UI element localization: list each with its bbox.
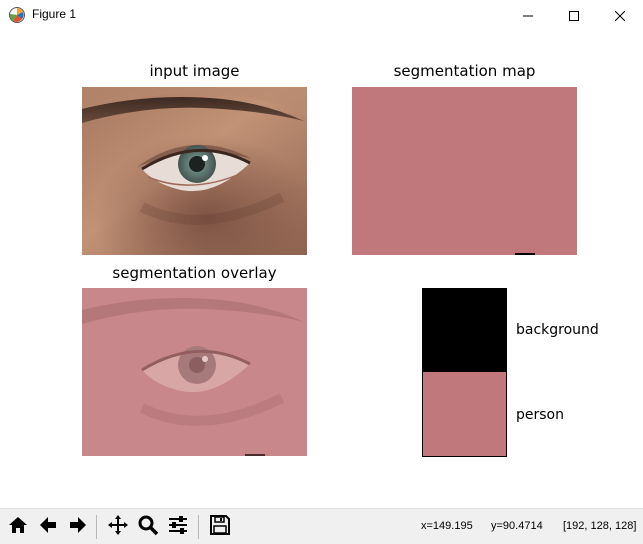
zoom-button[interactable] xyxy=(134,513,162,541)
window-titlebar: Figure 1 xyxy=(0,0,643,30)
window-title: Figure 1 xyxy=(32,7,77,21)
home-icon xyxy=(7,514,29,540)
configure-subplots-icon xyxy=(167,514,189,540)
back-icon xyxy=(37,514,59,540)
maximize-icon xyxy=(569,6,579,25)
home-button[interactable] xyxy=(4,513,32,541)
segmentation-overlay-axes[interactable] xyxy=(82,288,307,456)
segmentation-map-axes[interactable] xyxy=(352,87,577,255)
toolbar-separator xyxy=(96,515,97,539)
pixel-rgb-readout: [192, 128, 128] xyxy=(563,520,637,532)
matplotlib-figure-icon xyxy=(8,6,26,24)
pan-icon xyxy=(107,514,129,540)
close-button[interactable] xyxy=(597,0,643,30)
segmentation-overlay-image xyxy=(82,288,307,456)
input-image-title: input image xyxy=(149,62,240,80)
navigation-toolbar: x=149.195 y=90.4714 [192, 128, 128] xyxy=(0,508,643,544)
cursor-x-readout: x=149.195 xyxy=(421,520,473,532)
save-icon xyxy=(209,514,231,540)
minimize-icon xyxy=(523,6,533,25)
pan-button[interactable] xyxy=(104,513,132,541)
toolbar-separator xyxy=(198,515,199,539)
zoom-icon xyxy=(137,514,159,540)
forward-icon xyxy=(67,514,89,540)
minimize-button[interactable] xyxy=(505,0,551,30)
forward-button[interactable] xyxy=(64,513,92,541)
figure-canvas[interactable]: input image segmentation map segmentatio… xyxy=(0,30,643,508)
input-image-axes[interactable] xyxy=(82,87,307,255)
legend-colorbar xyxy=(422,288,507,457)
legend-swatch-person xyxy=(423,372,506,456)
segmentation-map-title: segmentation map xyxy=(393,62,536,80)
save-button[interactable] xyxy=(206,513,234,541)
input-eye-image xyxy=(82,87,307,255)
back-button[interactable] xyxy=(34,513,62,541)
legend-label-background: background xyxy=(516,322,599,338)
legend-swatch-background xyxy=(423,289,506,372)
close-icon xyxy=(614,6,626,25)
legend-label-person: person xyxy=(516,407,564,423)
segmentation-overlay-title: segmentation overlay xyxy=(112,264,277,282)
configure-subplots-button[interactable] xyxy=(164,513,192,541)
segmentation-map-image xyxy=(352,87,577,255)
cursor-y-readout: y=90.4714 xyxy=(491,520,543,532)
maximize-button[interactable] xyxy=(551,0,597,30)
